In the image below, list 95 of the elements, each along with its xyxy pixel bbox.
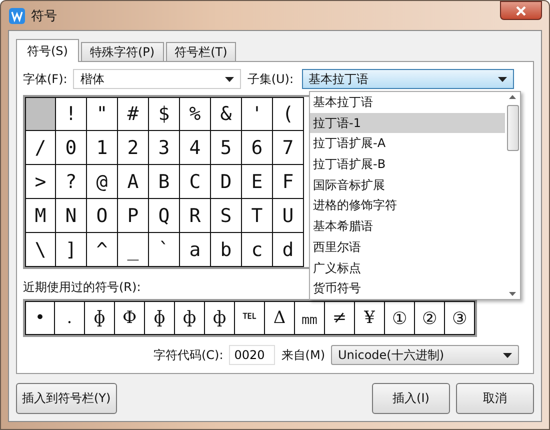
symbol-cell[interactable]: E: [242, 165, 273, 199]
font-dropdown[interactable]: 楷体: [73, 69, 242, 89]
symbol-cell[interactable]: M: [25, 199, 56, 233]
subset-label: 子集(U):: [247, 70, 294, 88]
recent-symbol[interactable]: ф: [205, 301, 235, 335]
recent-symbol[interactable]: Δ: [265, 301, 295, 335]
symbol-cell[interactable]: O: [87, 199, 118, 233]
subset-option[interactable]: 拉丁语扩展-A: [310, 133, 505, 154]
subset-option[interactable]: 基本拉丁语: [310, 92, 505, 113]
recent-symbol[interactable]: •: [25, 301, 55, 335]
symbol-cell[interactable]: >: [25, 165, 56, 199]
symbol-cell[interactable]: 2: [118, 131, 149, 165]
symbol-cell[interactable]: @: [87, 165, 118, 199]
dropdown-arrow-icon: [498, 76, 507, 82]
recent-symbol[interactable]: ③: [445, 301, 475, 335]
symbol-cell[interactable]: ": [87, 97, 118, 131]
symbol-cell[interactable]: B: [149, 165, 180, 199]
symbol-cell[interactable]: c: [242, 233, 273, 267]
recent-symbol[interactable]: ①: [385, 301, 415, 335]
symbol-cell[interactable]: U: [273, 199, 304, 233]
symbol-cell[interactable]: `: [149, 233, 180, 267]
symbol-cell[interactable]: P: [118, 199, 149, 233]
subset-option[interactable]: 西里尔语: [310, 236, 505, 258]
close-button[interactable]: [500, 1, 542, 20]
symbol-cell[interactable]: $: [149, 97, 180, 131]
recent-symbol[interactable]: ℡: [235, 301, 265, 335]
symbol-cell[interactable]: 7: [273, 131, 304, 165]
symbol-cell[interactable]: !: [56, 97, 87, 131]
dropdown-arrow-icon: [503, 352, 512, 358]
subset-option[interactable]: 基本希腊语: [310, 216, 505, 237]
symbol-cell[interactable]: S: [211, 199, 242, 233]
subset-option[interactable]: 拉丁语扩展-B: [310, 154, 505, 175]
tab[interactable]: 符号(S): [16, 39, 79, 62]
recent-symbol[interactable]: ɸ: [145, 301, 175, 335]
symbol-cell[interactable]: %: [180, 97, 211, 131]
symbol-cell[interactable]: ?: [56, 165, 87, 199]
subset-option[interactable]: 拉丁语-1: [310, 112, 505, 134]
recent-symbol[interactable]: .: [55, 301, 85, 335]
tab[interactable]: 符号栏(T): [166, 42, 236, 61]
symbol-cell[interactable]: Q: [149, 199, 180, 233]
symbol-cell[interactable]: 4: [180, 131, 211, 165]
recent-symbol[interactable]: ɸ: [85, 301, 115, 335]
font-label: 字体(F):: [23, 70, 68, 88]
symbol-cell[interactable]: a: [180, 233, 211, 267]
symbol-cell[interactable]: 0: [56, 131, 87, 165]
symbol-cell[interactable]: \: [25, 233, 56, 267]
recent-symbol[interactable]: ②: [415, 301, 445, 335]
tab[interactable]: 特殊字符(P): [80, 42, 164, 61]
app-icon: [9, 8, 25, 24]
symbol-cell[interactable]: 3: [149, 131, 180, 165]
dialog-button[interactable]: 插入(I): [372, 383, 450, 414]
symbol-cell[interactable]: 5: [211, 131, 242, 165]
symbol-cell[interactable]: [25, 97, 56, 131]
symbol-cell[interactable]: T: [242, 199, 273, 233]
subset-option[interactable]: 进格的修饰字符: [310, 195, 505, 216]
symbol-cell[interactable]: 1: [87, 131, 118, 165]
symbol-cell[interactable]: d: [273, 233, 304, 267]
dialog-button[interactable]: 取消: [456, 383, 534, 414]
subset-option[interactable]: 广义标点: [310, 258, 505, 278]
symbol-cell[interactable]: #: [118, 97, 149, 131]
scroll-thumb[interactable]: [506, 105, 518, 151]
symbol-cell[interactable]: 6: [242, 131, 273, 165]
symbol-cell[interactable]: ': [242, 97, 273, 131]
symbol-cell[interactable]: F: [273, 165, 304, 199]
symbol-cell[interactable]: A: [118, 165, 149, 199]
recent-symbol[interactable]: ¥: [355, 301, 385, 335]
dropdown-arrow-icon: [225, 76, 234, 82]
symbol-cell[interactable]: _: [118, 233, 149, 267]
symbol-cell[interactable]: ^: [87, 233, 118, 267]
symbol-cell[interactable]: &: [211, 97, 242, 131]
symbol-cell[interactable]: D: [211, 165, 242, 199]
symbol-cell[interactable]: b: [211, 233, 242, 267]
symbol-cell[interactable]: C: [180, 165, 211, 199]
encoding-dropdown[interactable]: Unicode(十六进制): [331, 345, 519, 365]
dialog-button[interactable]: 插入到符号栏(Y): [16, 383, 117, 414]
symbol-cell[interactable]: (: [273, 97, 304, 131]
recent-label: 近期使用过的符号(R):: [23, 279, 141, 296]
subset-option[interactable]: 国际音标扩展: [310, 174, 505, 196]
from-label: 来自(M): [281, 346, 325, 364]
subset-dropdown[interactable]: 基本拉丁语: [302, 69, 514, 89]
symbol-cell[interactable]: R: [180, 199, 211, 233]
recent-symbol[interactable]: ф: [175, 301, 205, 335]
scroll-up-icon: [509, 95, 516, 99]
char-code-field[interactable]: 0020: [229, 345, 276, 365]
char-code-label: 字符代码(C):: [153, 346, 224, 364]
symbol-cell[interactable]: N: [56, 199, 87, 233]
subset-option[interactable]: 货币符号: [310, 278, 505, 299]
close-icon: [516, 6, 526, 16]
symbol-cell[interactable]: ]: [56, 233, 87, 267]
scroll-down-icon: [509, 292, 516, 296]
symbol-cell[interactable]: /: [25, 131, 56, 165]
window-title: 符号: [31, 8, 57, 24]
recent-symbol[interactable]: Ф: [115, 301, 145, 335]
recent-symbol[interactable]: ≠: [325, 301, 355, 335]
recent-symbol[interactable]: ㎜: [295, 301, 325, 335]
